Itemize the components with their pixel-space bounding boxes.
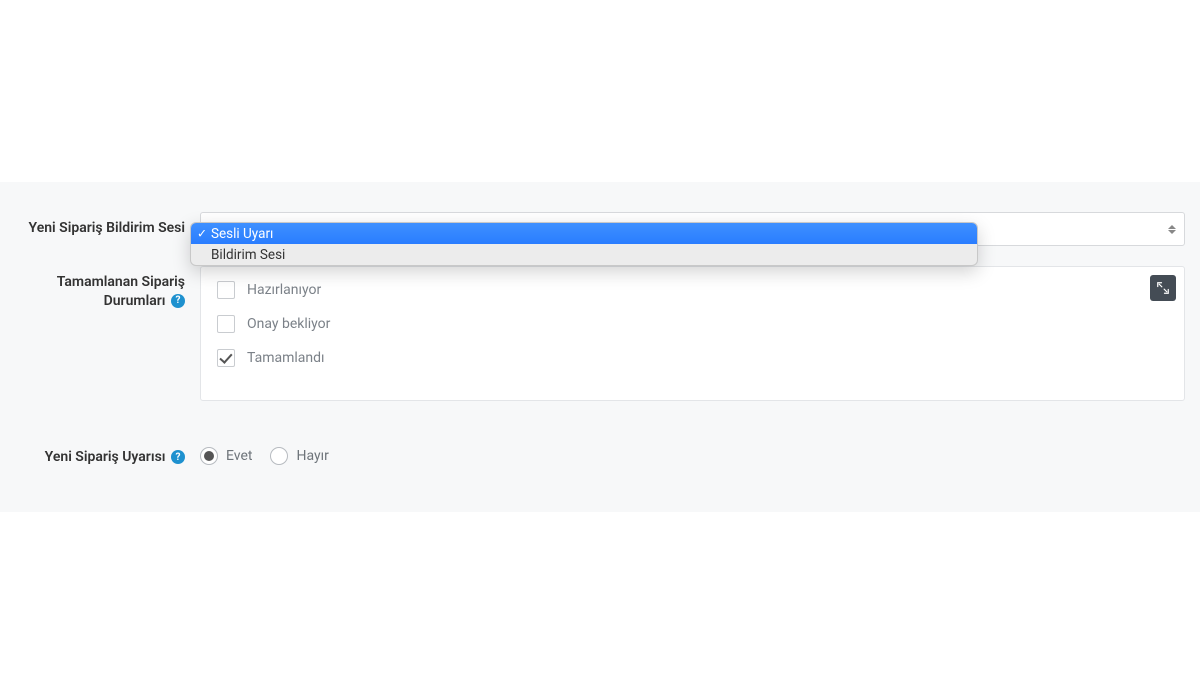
radio-label-yes: Evet [226, 448, 252, 464]
expand-icon [1157, 282, 1169, 294]
status-row-hazirlaniyor: Hazırlanıyor [217, 281, 1168, 299]
label-completed-statuses: Tamamlanan Sipariş Durumları ? [15, 266, 200, 311]
radio-no[interactable] [270, 447, 288, 465]
dropdown-option-bildirim-sesi[interactable]: Bildirim Sesi [191, 244, 977, 265]
row-completed-statuses: Tamamlanan Sipariş Durumları ? Hazırlanı… [0, 266, 1200, 401]
row-order-alert: Yeni Sipariş Uyarısı ? Evet Hayır [0, 441, 1200, 467]
checkbox-onay-bekliyor[interactable] [217, 315, 235, 333]
status-label: Tamamlandı [247, 350, 324, 366]
status-row-tamamlandi: Tamamlandı [217, 349, 1168, 367]
help-icon[interactable]: ? [171, 294, 185, 308]
control-order-alert: Evet Hayır [200, 441, 1185, 465]
radio-option-no[interactable]: Hayır [270, 447, 328, 465]
radio-yes[interactable] [200, 447, 218, 465]
status-label: Onay bekliyor [247, 316, 330, 332]
checkbox-hazirlaniyor[interactable] [217, 281, 235, 299]
status-label: Hazırlanıyor [247, 282, 321, 298]
help-icon[interactable]: ? [171, 450, 185, 464]
alert-radio-group: Evet Hayır [200, 441, 1185, 465]
check-icon: ✓ [197, 226, 207, 240]
expand-button[interactable] [1150, 275, 1176, 301]
status-row-onay-bekliyor: Onay bekliyor [217, 315, 1168, 333]
radio-label-no: Hayır [296, 448, 328, 464]
checkbox-tamamlandi[interactable] [217, 349, 235, 367]
statuses-well: Hazırlanıyor Onay bekliyor Tamamlandı [200, 266, 1185, 401]
label-notification-sound: Yeni Sipariş Bildirim Sesi [15, 212, 200, 238]
dropdown-option-label: Sesli Uyarı [211, 226, 273, 242]
notification-sound-dropdown[interactable]: ✓ Sesli Uyarı Bildirim Sesi [190, 222, 978, 266]
label-order-alert: Yeni Sipariş Uyarısı ? [15, 441, 200, 467]
row-notification-sound: Yeni Sipariş Bildirim Sesi ✓ Sesli Uyarı… [0, 182, 1200, 246]
dropdown-option-sesli-uyari[interactable]: ✓ Sesli Uyarı [191, 223, 977, 244]
settings-panel: Yeni Sipariş Bildirim Sesi ✓ Sesli Uyarı… [0, 182, 1200, 512]
control-completed-statuses: Hazırlanıyor Onay bekliyor Tamamlandı [200, 266, 1185, 401]
dropdown-option-label: Bildirim Sesi [211, 247, 285, 263]
radio-option-yes[interactable]: Evet [200, 447, 252, 465]
